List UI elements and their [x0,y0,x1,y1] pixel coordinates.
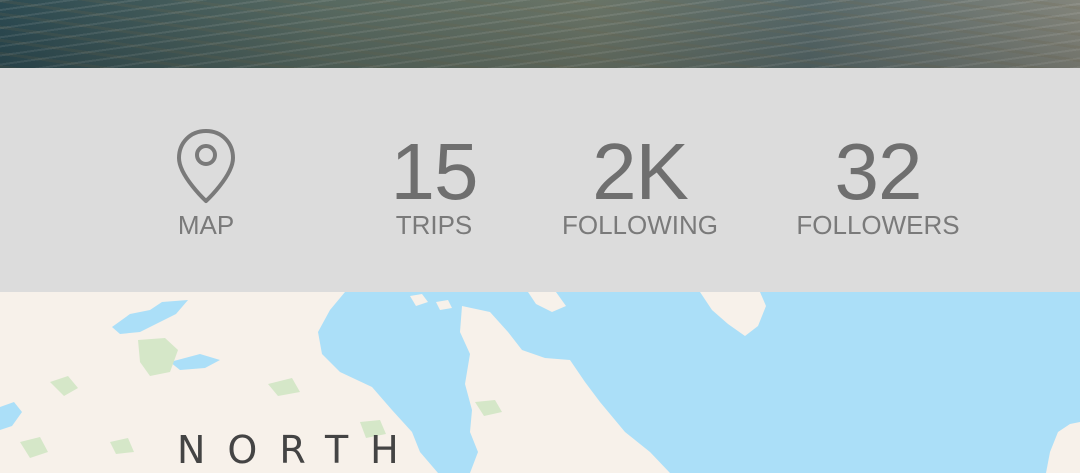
following-count: 2K [592,127,689,216]
map-terrain [0,292,1080,473]
followers-stat-button[interactable]: 32 FOLLOWERS [778,68,978,292]
profile-page: MAP 15 TRIPS 2K FOLLOWING 32 FOLLOWERS N… [0,0,1080,473]
followers-count: 32 [834,127,923,216]
map-view[interactable] [0,292,1080,473]
following-stat-button[interactable]: 2K FOLLOWING [540,68,740,292]
map-pin-icon [176,128,236,204]
following-label: FOLLOWING [561,210,718,240]
trips-count: 15 [390,127,479,216]
cover-photo [0,0,1080,68]
cover-shade [0,0,1080,68]
stats-bar: MAP 15 TRIPS 2K FOLLOWING 32 FOLLOWERS [0,68,1080,292]
map-region-label: NORTH [177,428,421,472]
trips-label: TRIPS [395,210,473,240]
map-stat-button[interactable]: MAP [146,68,266,292]
followers-label: FOLLOWERS [796,210,960,240]
trips-stat-button[interactable]: 15 TRIPS [334,68,534,292]
map-label: MAP [177,210,235,240]
